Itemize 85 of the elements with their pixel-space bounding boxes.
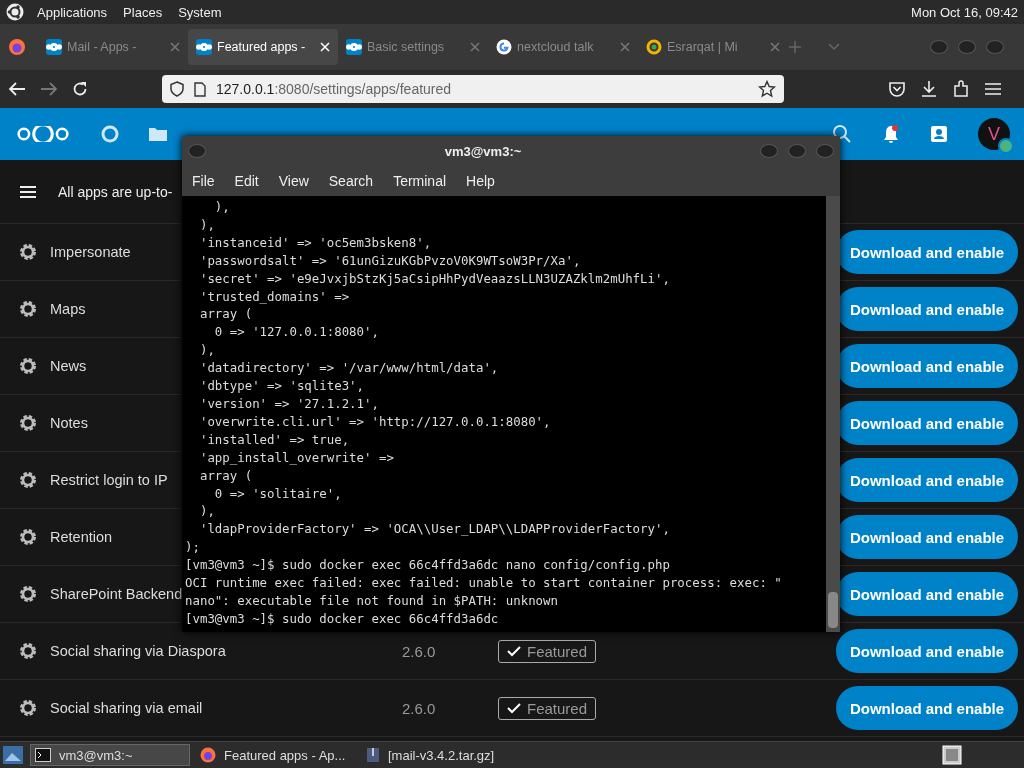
address-field[interactable]: 127.0.0.1:8080/settings/apps/featured bbox=[162, 75, 784, 103]
status-dot bbox=[998, 138, 1014, 154]
featured-badge: Featured bbox=[498, 696, 597, 720]
menu-item[interactable]: Help bbox=[466, 173, 495, 189]
app-name: SharePoint Backend bbox=[50, 586, 183, 602]
window-button[interactable] bbox=[958, 40, 976, 54]
bell-icon[interactable] bbox=[882, 124, 900, 144]
archive-icon bbox=[366, 747, 380, 763]
ring-icon bbox=[646, 39, 662, 55]
gear-icon bbox=[18, 698, 38, 718]
pocket-icon[interactable] bbox=[888, 81, 906, 97]
taskbar-item[interactable]: vm3@vm3:~ bbox=[30, 744, 190, 766]
panel-menu[interactable]: System bbox=[175, 4, 225, 20]
menu-icon[interactable] bbox=[20, 185, 36, 198]
app-name: Restrict login to IP bbox=[50, 472, 168, 488]
firefox-icon[interactable] bbox=[8, 38, 26, 56]
cloud-logo-icon bbox=[346, 39, 362, 55]
gear-icon bbox=[18, 470, 38, 490]
download-enable-button[interactable]: Download and enable bbox=[836, 686, 1018, 730]
download-icon[interactable] bbox=[920, 80, 938, 98]
forward-arrow-icon[interactable] bbox=[40, 81, 58, 97]
window-button[interactable] bbox=[760, 144, 778, 158]
menu-icon[interactable] bbox=[984, 82, 1002, 96]
app-name: Maps bbox=[50, 301, 86, 317]
app-name: Retention bbox=[50, 529, 113, 545]
circle-icon[interactable] bbox=[100, 124, 120, 144]
terminal-icon bbox=[35, 748, 51, 762]
taskbar-item[interactable]: Featured apps - Ap... bbox=[196, 744, 356, 766]
download-enable-button[interactable]: Download and enable bbox=[836, 629, 1018, 673]
chevron-down-icon[interactable] bbox=[828, 43, 840, 51]
gear-icon bbox=[18, 299, 38, 319]
window-button[interactable] bbox=[188, 144, 206, 158]
g-letter-icon bbox=[496, 39, 512, 55]
cloud-logo-icon[interactable] bbox=[14, 126, 72, 142]
panel-menu[interactable]: Places bbox=[120, 4, 166, 20]
avatar[interactable]: V bbox=[978, 118, 1010, 150]
window-button[interactable] bbox=[930, 40, 948, 54]
app-version: 2.6.0 bbox=[402, 642, 437, 660]
app-name: Social sharing via Diaspora bbox=[50, 643, 226, 659]
contacts-icon[interactable] bbox=[930, 124, 948, 144]
puzzle-icon[interactable] bbox=[952, 80, 970, 98]
menu-item[interactable]: File bbox=[192, 173, 215, 189]
featured-badge: Featured bbox=[498, 639, 597, 663]
window-button[interactable] bbox=[986, 40, 1004, 54]
ubuntu-logo-icon[interactable] bbox=[6, 3, 24, 21]
terminal-output: ), ), 'instanceid' => 'oc5em3bsken8', 'passwordsalt' => '61unGizuKGbPvzoV0K9WTsoW3Pr/Xa', 'secret' => 'e9eJvxjbStzKj5aCsipHhPydVeaazsLLN3UZAZklm2mUhfLi', 'trusted_domains' => array ( 0 => '127.0.0.1:8080', ), 'datadirectory' => '/var/www/html/data', 'dbtype' => 'sqlite3', 'version' => '27.1.2.1', 'overwrite.cli.url' => 'http://127.0.0.1:8080', 'installed' => true, 'app_install_overwrite' => array ( 0 => 'solitaire', ), 'ldapProviderFactory' => 'OCA\\User_LDAP\\LDAPProviderFactory', ); [vm3@vm3 ~]$ sudo docker exec 66c4ffd3a6dc nano config/config.php OCI runtime exec failed: exec failed: unable to start container process: exec: " nano": executable file not found in $PATH: unknown [vm3@vm3 ~]$ sudo docker exec 66c4ffd3a6dc bbox=[184, 198, 783, 628]
gear-icon bbox=[18, 242, 38, 262]
app-version: 2.6.0 bbox=[402, 699, 437, 717]
firefox-icon bbox=[200, 747, 216, 763]
menu-item[interactable]: Edit bbox=[234, 173, 259, 189]
gear-icon bbox=[18, 527, 38, 547]
menu-item[interactable]: Search bbox=[328, 173, 374, 189]
app-name: News bbox=[50, 358, 87, 374]
gear-icon bbox=[18, 641, 38, 661]
window-button[interactable] bbox=[788, 144, 806, 158]
folder-icon[interactable] bbox=[148, 126, 168, 142]
status-text: All apps are up-to- bbox=[58, 183, 173, 200]
gear-icon bbox=[18, 584, 38, 604]
show-desktop-icon[interactable] bbox=[942, 745, 962, 765]
app-name: Impersonate bbox=[50, 244, 131, 260]
browser-tab[interactable]: Mail - Apps - bbox=[38, 29, 188, 65]
reload-icon[interactable] bbox=[72, 81, 88, 97]
search-icon[interactable] bbox=[832, 124, 852, 144]
desktop-icon[interactable] bbox=[2, 745, 24, 765]
page-icon bbox=[194, 81, 206, 97]
cloud-logo-icon bbox=[46, 39, 62, 55]
menu-item[interactable]: Terminal bbox=[393, 173, 447, 189]
cloud-logo-icon bbox=[196, 39, 212, 55]
star-icon[interactable] bbox=[758, 80, 776, 98]
back-arrow-icon[interactable] bbox=[8, 81, 26, 97]
shield-icon bbox=[170, 81, 184, 97]
gear-icon bbox=[18, 413, 38, 433]
app-name: Social sharing via email bbox=[50, 700, 203, 716]
check-icon bbox=[507, 645, 521, 657]
browser-tab[interactable]: Featured apps - bbox=[188, 29, 338, 65]
check-icon bbox=[507, 702, 521, 714]
plus-icon[interactable] bbox=[788, 40, 802, 54]
panel-menu[interactable]: Applications bbox=[34, 4, 111, 20]
taskbar-item[interactable]: [mail-v3.4.2.tar.gz] bbox=[362, 744, 522, 766]
window-title: vm3@vm3:~ bbox=[443, 143, 523, 159]
gear-icon bbox=[18, 356, 38, 376]
clock: Mon Oct 16, 09:42 bbox=[911, 4, 1018, 20]
app-name: Notes bbox=[50, 415, 88, 431]
scrollbar[interactable] bbox=[826, 196, 840, 632]
menu-item[interactable]: View bbox=[278, 173, 309, 189]
